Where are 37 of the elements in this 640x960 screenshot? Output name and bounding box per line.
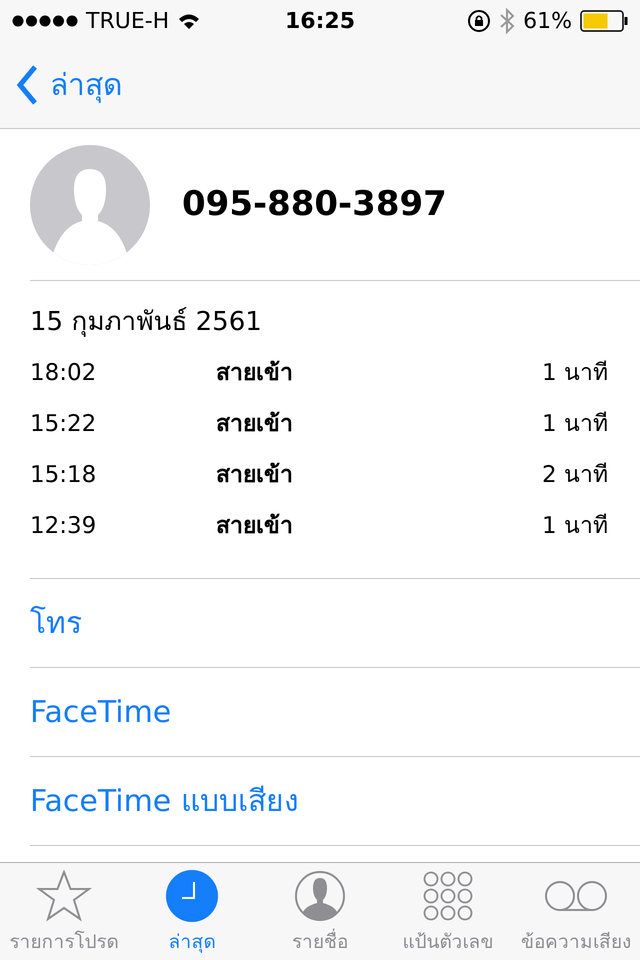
call-date: 15 กุมภาพันธ์ 2561 <box>30 306 263 339</box>
action-link[interactable]: โทร <box>30 600 82 646</box>
back-button[interactable]: ล่าสุด <box>16 62 122 108</box>
rotation-lock-icon <box>467 9 492 33</box>
call-time: 15:18 <box>30 461 98 490</box>
call-time: 18:02 <box>30 359 98 388</box>
star-icon <box>36 870 92 922</box>
tab-bar-item[interactable]: ล่าสุด <box>128 863 256 960</box>
voicemail-icon <box>544 880 608 912</box>
call-time: 12:39 <box>30 512 98 542</box>
clock-time: 16:25 <box>284 8 356 36</box>
tab-bar-item[interactable]: แป้นตัวเลข <box>384 863 512 960</box>
tab-bar-item[interactable]: รายการโปรด <box>0 863 128 960</box>
keypad-icon <box>423 870 473 920</box>
action-link[interactable]: FaceTime แบบเสียง <box>30 778 299 824</box>
call-duration: 2 นาที <box>542 461 608 490</box>
person-icon <box>294 870 346 922</box>
battery-icon <box>580 10 628 32</box>
call-type: สายเข้า <box>216 410 294 440</box>
call-type: สายเข้า <box>216 461 294 490</box>
carrier-name: TRUE-H <box>86 8 170 36</box>
tab-bar-item[interactable]: ข้อความเสียง <box>512 863 640 960</box>
action-link[interactable]: FaceTime <box>30 690 172 734</box>
battery-percent: 61% <box>523 8 572 36</box>
wifi-icon <box>177 12 202 30</box>
call-duration: 1 นาที <box>542 512 608 542</box>
call-duration: 1 นาที <box>542 410 608 440</box>
phone-number: 095-880-3897 <box>182 183 447 226</box>
call-duration: 1 นาที <box>542 359 608 388</box>
call-type: สายเข้า <box>216 359 294 388</box>
chevron-left-icon <box>16 65 38 105</box>
call-time: 15:22 <box>30 410 98 440</box>
clock-icon <box>166 870 218 922</box>
bluetooth-icon <box>499 8 516 34</box>
call-type: สายเข้า <box>216 512 294 542</box>
tab-bar-item[interactable]: รายชื่อ <box>256 863 384 960</box>
signal-icon <box>12 15 78 27</box>
